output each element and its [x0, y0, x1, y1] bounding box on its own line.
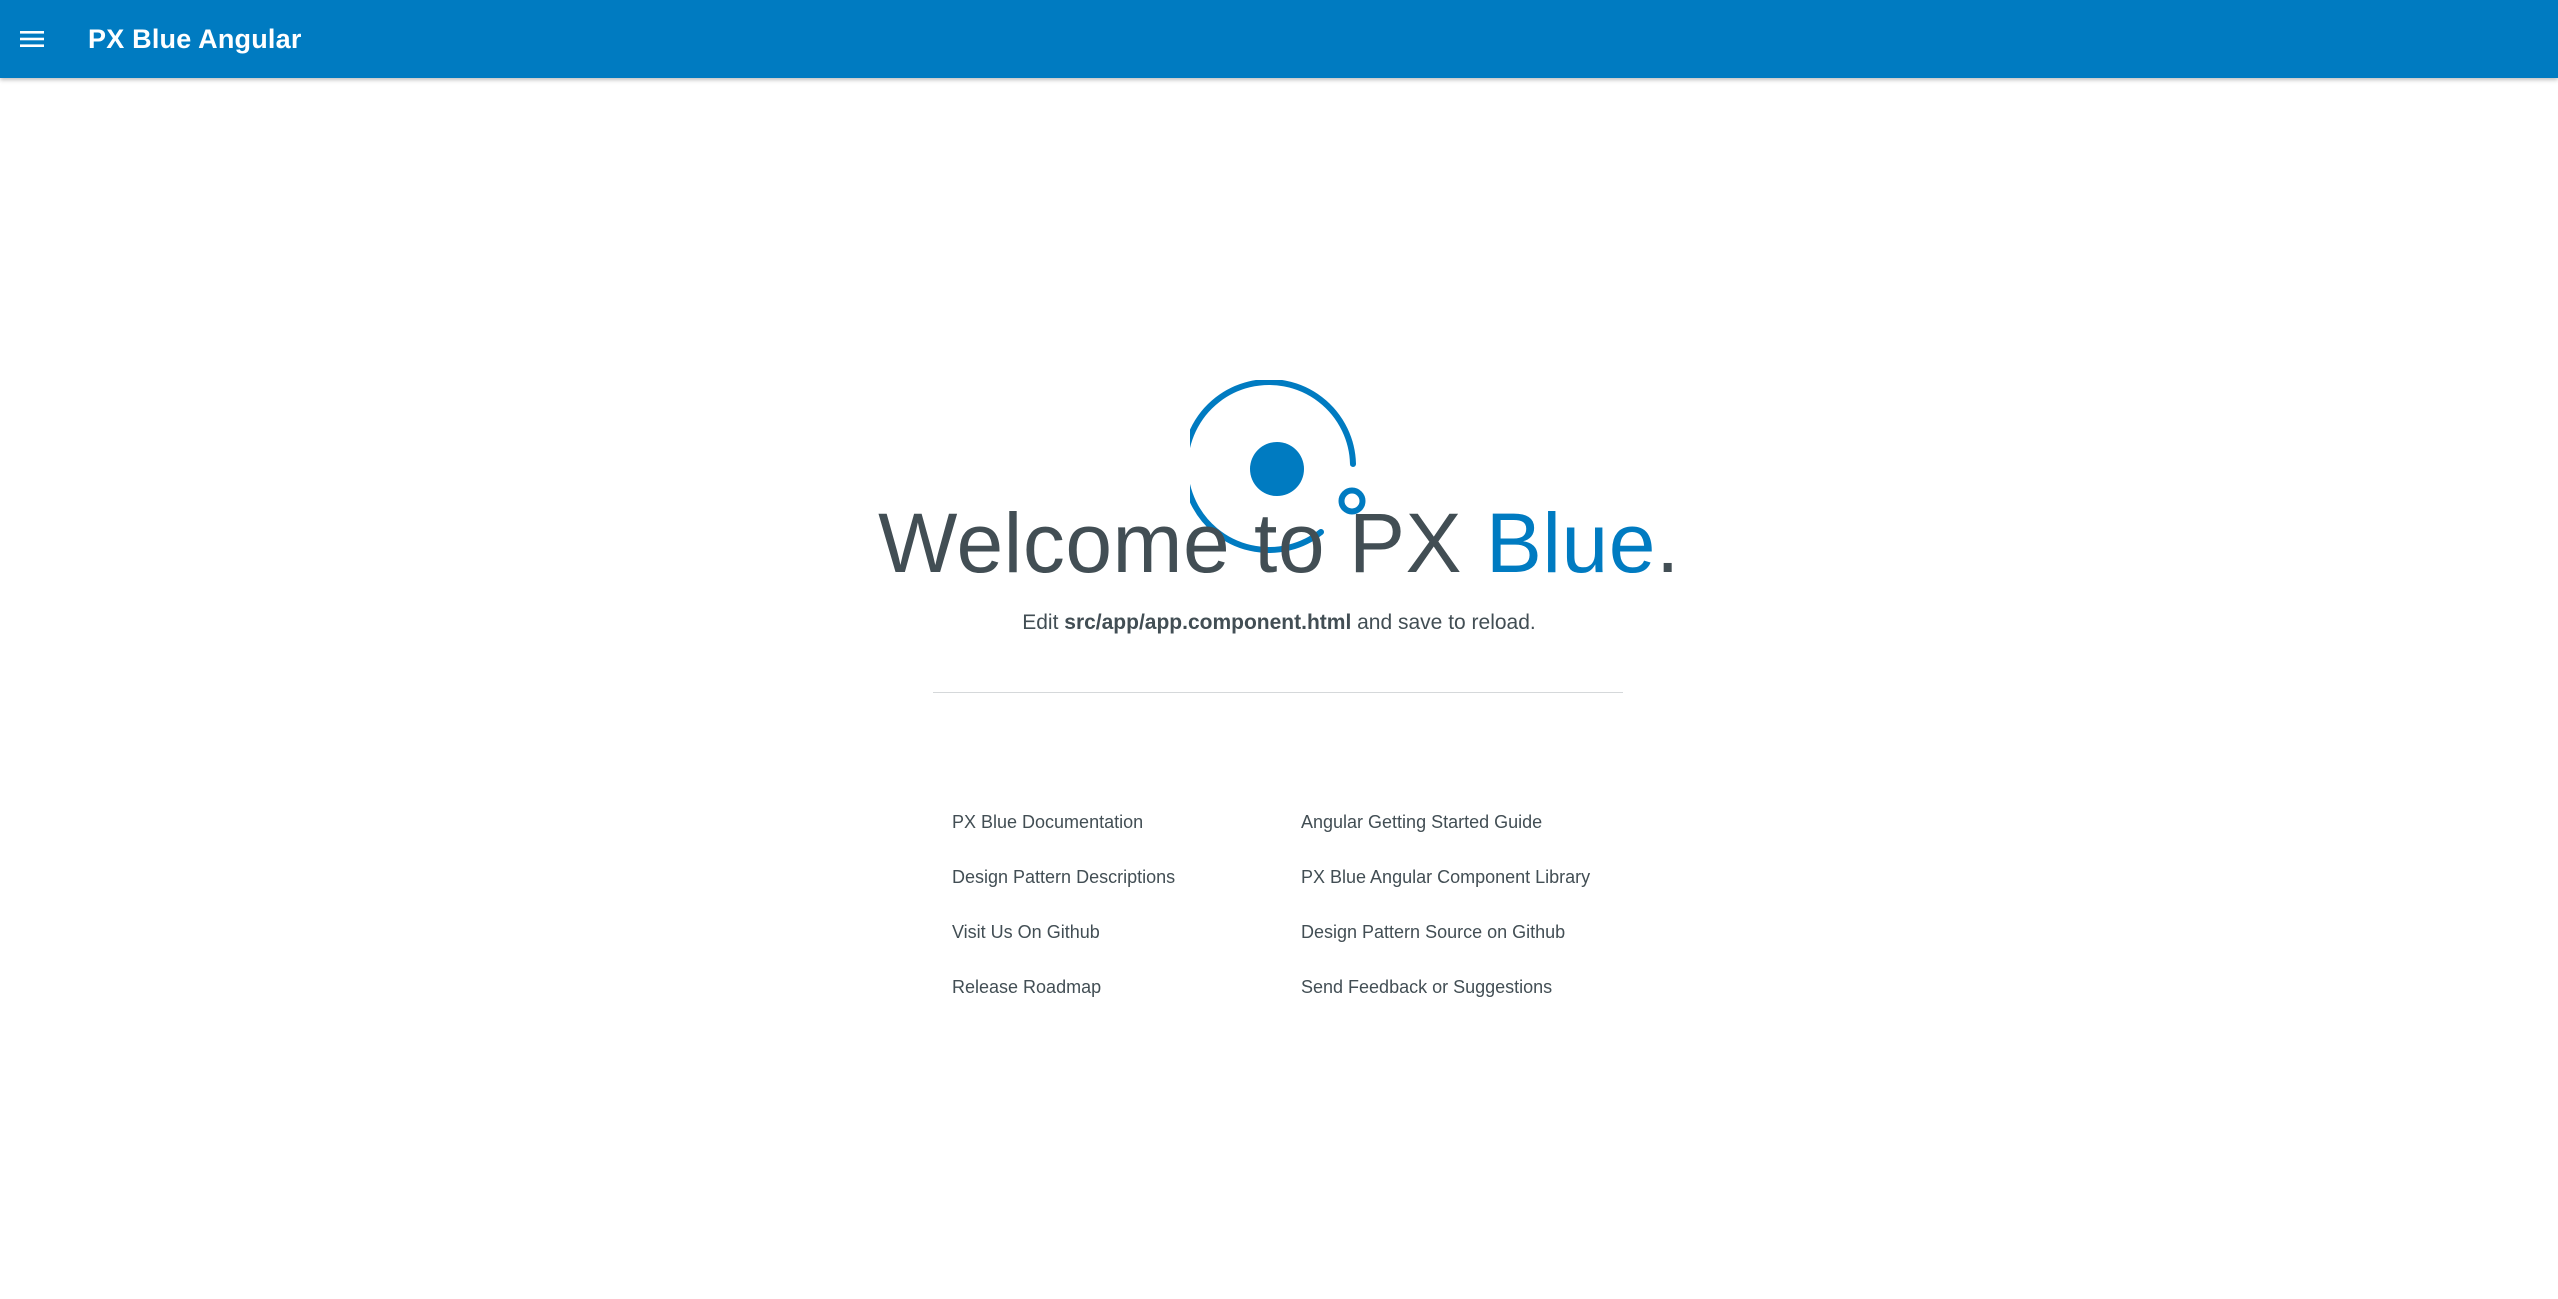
main-content — [0, 78, 2558, 1299]
subtitle-suffix: and save to reload. — [1351, 611, 1536, 634]
divider — [933, 692, 1623, 693]
welcome-suffix: . — [1655, 496, 1680, 590]
app-toolbar: PX Blue Angular — [0, 0, 2558, 78]
link-angular-getting-started[interactable]: Angular Getting Started Guide — [1301, 808, 1542, 837]
subtitle: Edit src/app/app.component.html and save… — [0, 611, 2558, 635]
link-component-library[interactable]: PX Blue Angular Component Library — [1301, 863, 1590, 892]
app-title: PX Blue Angular — [88, 23, 302, 54]
link-design-pattern-source[interactable]: Design Pattern Source on Github — [1301, 918, 1565, 947]
subtitle-prefix: Edit — [1022, 611, 1065, 634]
welcome-highlight: Blue — [1485, 496, 1656, 590]
link-design-pattern-descriptions[interactable]: Design Pattern Descriptions — [952, 863, 1175, 892]
welcome-prefix: Welcome to PX — [878, 496, 1486, 590]
link-send-feedback[interactable]: Send Feedback or Suggestions — [1301, 973, 1552, 1002]
welcome-heading: Welcome to PX Blue. — [0, 495, 2558, 592]
menu-button[interactable] — [0, 0, 64, 78]
link-visit-us-on-github[interactable]: Visit Us On Github — [952, 918, 1100, 947]
link-release-roadmap[interactable]: Release Roadmap — [952, 973, 1101, 1002]
menu-icon — [20, 31, 44, 47]
subtitle-file: src/app/app.component.html — [1064, 611, 1352, 634]
link-px-blue-documentation[interactable]: PX Blue Documentation — [952, 808, 1143, 837]
